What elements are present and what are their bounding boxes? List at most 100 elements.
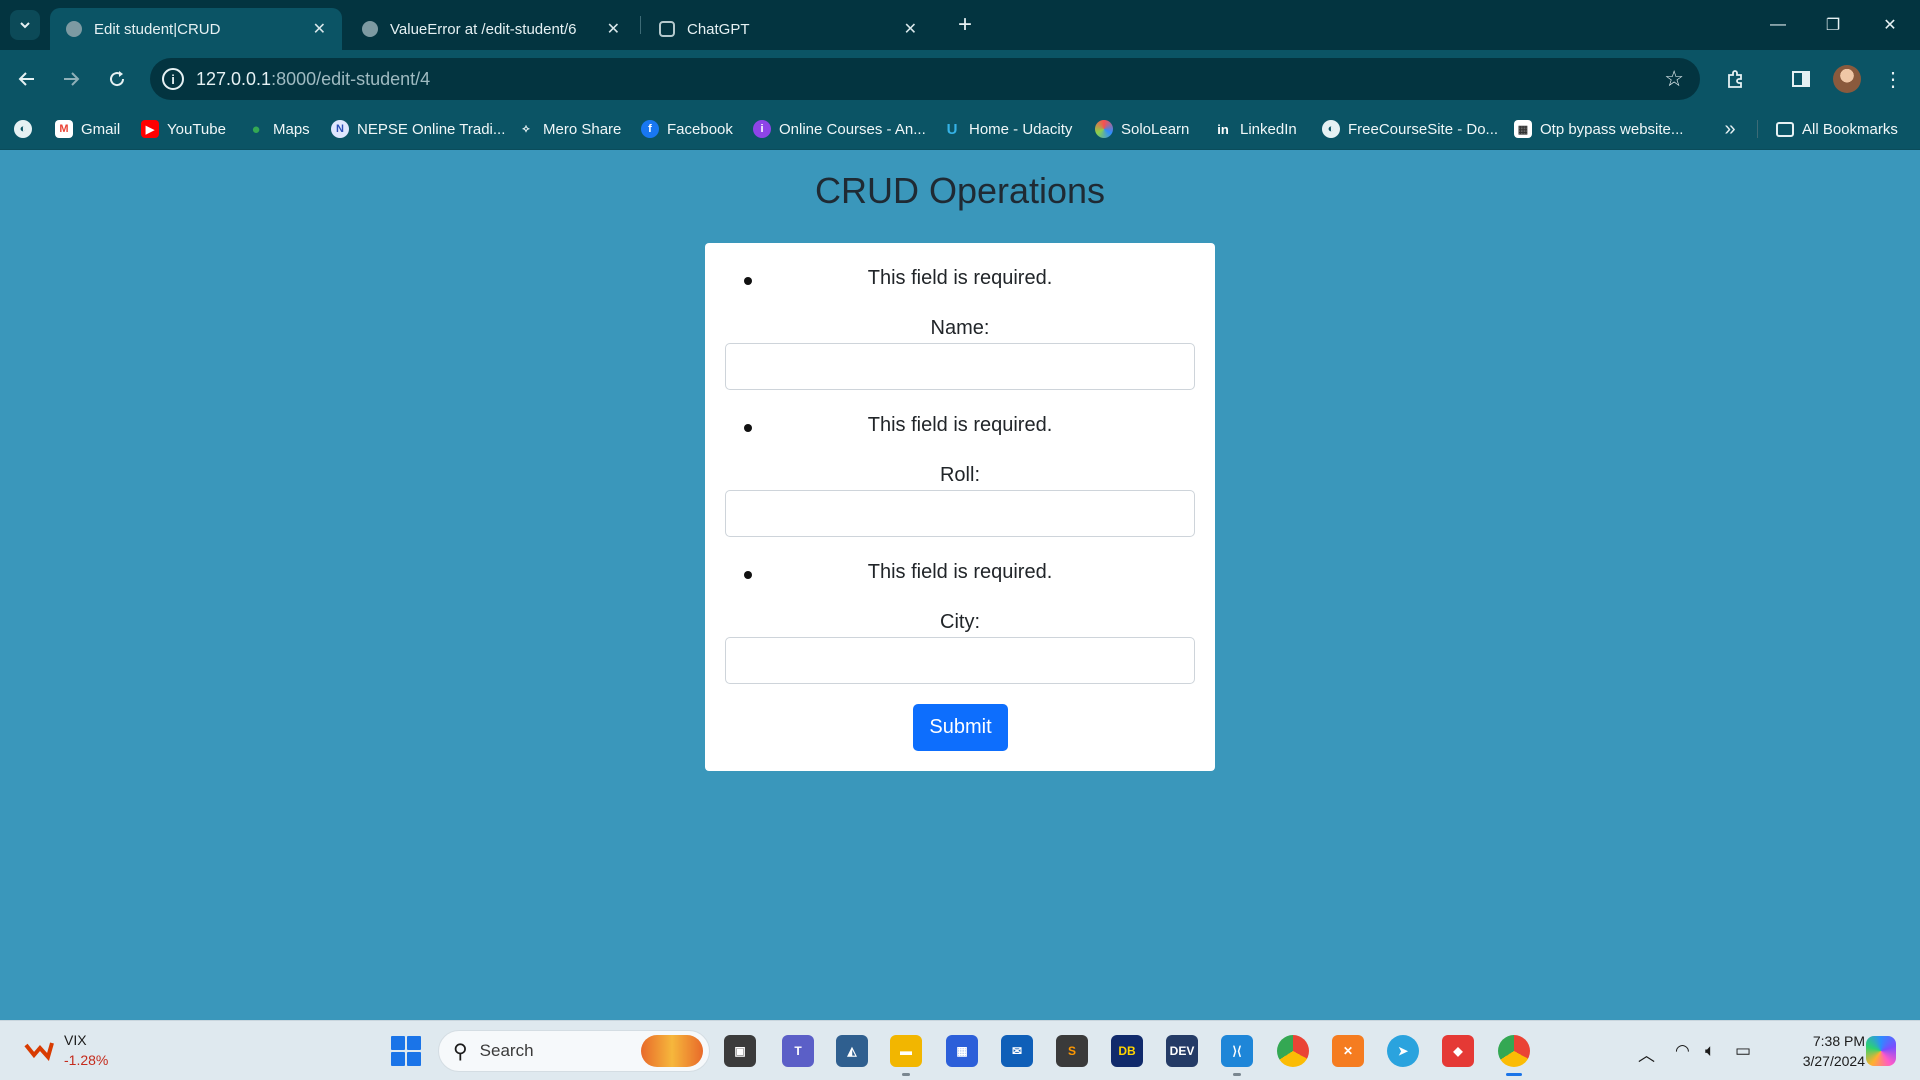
window-close-button[interactable]: ✕ xyxy=(1870,10,1910,40)
globe-icon: ◐ xyxy=(14,120,32,138)
tab-divider xyxy=(640,16,641,34)
name-input[interactable] xyxy=(725,343,1195,390)
bookmark-gmail[interactable]: M Gmail xyxy=(55,108,120,150)
close-icon[interactable]: ✕ xyxy=(313,19,326,39)
minimize-button[interactable]: — xyxy=(1758,10,1798,40)
bookmark-otp-bypass[interactable]: ▦ Otp bypass website... xyxy=(1514,108,1683,150)
system-clock[interactable]: 7:38 PM 3/27/2024 xyxy=(1765,1031,1865,1071)
volume-icon[interactable]: 🔈︎ xyxy=(1705,1041,1715,1061)
url-text[interactable]: 127.0.0.1:8000/edit-student/4 xyxy=(196,69,430,90)
search-icon: ⚲ xyxy=(453,1040,468,1063)
db-browser-icon[interactable]: DB xyxy=(1111,1035,1143,1067)
bookmark-label: Online Courses - An... xyxy=(779,120,926,138)
bookmark-label: Maps xyxy=(273,120,310,138)
city-input[interactable] xyxy=(725,637,1195,684)
wifi-icon[interactable]: ◠ xyxy=(1675,1041,1690,1061)
file-explorer-icon[interactable]: ▬ xyxy=(890,1035,922,1076)
teams-icon[interactable]: T xyxy=(782,1035,814,1067)
taskbar: VIX -1.28% ⚲ Search ▣ T ◭ ▬ ▦ ✉ S DB DEV… xyxy=(0,1020,1920,1080)
folder-icon xyxy=(1776,121,1794,137)
xampp-icon[interactable]: ✕ xyxy=(1332,1035,1364,1067)
dev-cpp-icon[interactable]: DEV xyxy=(1166,1035,1198,1067)
otp-bypass-icon: ▦ xyxy=(1514,120,1532,138)
forward-button[interactable] xyxy=(56,64,86,94)
side-panel-icon[interactable] xyxy=(1786,64,1816,94)
tab-strip: Edit student|CRUD ✕ ValueError at /edit-… xyxy=(0,0,1920,50)
new-tab-button[interactable]: + xyxy=(950,10,980,40)
restore-button[interactable]: ❐ xyxy=(1813,10,1853,40)
gmail-icon: M xyxy=(55,120,73,138)
back-button[interactable] xyxy=(12,64,42,94)
bookmark-mero-share[interactable]: ⟡ Mero Share xyxy=(517,108,621,150)
show-hidden-icons-icon[interactable]: ︿ xyxy=(1638,1041,1655,1066)
close-icon[interactable]: ✕ xyxy=(607,19,620,39)
more-bookmarks-icon[interactable]: » xyxy=(1715,114,1745,144)
bookmarks-divider xyxy=(1757,120,1758,138)
bookmark-star-icon[interactable]: ☆ xyxy=(1664,66,1684,92)
page-title: CRUD Operations xyxy=(814,170,1106,211)
widget-title: VIX xyxy=(64,1032,87,1048)
chrome-icon[interactable] xyxy=(1277,1035,1309,1067)
stock-chart-icon xyxy=(24,1042,54,1061)
tab-chatgpt[interactable]: ChatGPT ✕ xyxy=(643,8,933,50)
arrow-left-icon xyxy=(18,72,34,86)
bookmarks-bar: ◐ M Gmail ▶ YouTube ● Maps N NEPSE Onlin… xyxy=(0,108,1920,150)
copilot-icon[interactable] xyxy=(1866,1036,1896,1066)
taskbar-search[interactable]: ⚲ Search xyxy=(438,1030,710,1072)
bookmark-nepse[interactable]: N NEPSE Online Tradi... xyxy=(331,108,505,150)
maps-icon: ● xyxy=(251,120,261,138)
more-menu-icon[interactable]: ⋮ xyxy=(1878,64,1908,94)
bookmark-facebook[interactable]: f Facebook xyxy=(641,108,733,150)
task-view-icon[interactable]: ▣ xyxy=(724,1035,756,1067)
url-host: 127.0.0.1 xyxy=(196,68,272,89)
edit-student-form: This field is required. Name: This field… xyxy=(705,243,1215,771)
tab-search-button[interactable] xyxy=(10,10,40,40)
anydesk-icon[interactable]: ◆ xyxy=(1442,1035,1474,1067)
mysql-workbench-icon[interactable]: ◭ xyxy=(836,1035,868,1067)
mail-icon[interactable]: ✉ xyxy=(1001,1035,1033,1067)
reload-button[interactable] xyxy=(102,64,132,94)
site-info-icon[interactable]: i xyxy=(162,68,184,90)
tab-valueerror[interactable]: ValueError at /edit-student/6 ✕ xyxy=(346,8,636,50)
globe-icon xyxy=(66,21,82,37)
city-error-message: This field is required. xyxy=(705,561,1215,584)
chrome-profile-icon[interactable] xyxy=(1498,1035,1530,1076)
youtube-icon: ▶ xyxy=(141,120,159,138)
battery-icon[interactable]: ▭ xyxy=(1735,1041,1751,1061)
bookmark-freecoursesite[interactable]: ◐ FreeCourseSite - Do... xyxy=(1322,108,1498,150)
vscode-icon[interactable]: ⟩⟨ xyxy=(1221,1035,1253,1076)
bookmark-sololearn[interactable]: SoloLearn xyxy=(1095,108,1189,150)
udacity-icon: U xyxy=(946,120,958,138)
windows-start-icon[interactable] xyxy=(391,1036,421,1066)
apps-bookmark[interactable]: ◐ xyxy=(14,108,40,150)
telegram-icon[interactable]: ➤ xyxy=(1387,1035,1419,1067)
chevron-down-icon xyxy=(20,22,30,29)
bookmark-udacity[interactable]: U Home - Udacity xyxy=(943,108,1073,150)
all-bookmarks-button[interactable]: All Bookmarks xyxy=(1776,108,1898,150)
microsoft-store-icon[interactable]: ▦ xyxy=(946,1035,978,1067)
freecoursesite-icon: ◐ xyxy=(1322,120,1340,138)
extensions-icon[interactable] xyxy=(1720,64,1750,94)
close-icon[interactable]: ✕ xyxy=(904,19,917,39)
bookmark-linkedin[interactable]: in LinkedIn xyxy=(1214,108,1297,150)
sublime-text-icon[interactable]: S xyxy=(1056,1035,1088,1067)
submit-button[interactable]: Submit xyxy=(913,704,1008,751)
tab-title: Edit student|CRUD xyxy=(94,20,221,38)
profile-avatar[interactable] xyxy=(1833,65,1861,93)
bookmark-online-courses[interactable]: i Online Courses - An... xyxy=(753,108,926,150)
widget-value: -1.28% xyxy=(64,1052,109,1068)
bookmark-label: Facebook xyxy=(667,120,733,138)
roll-input[interactable] xyxy=(725,490,1195,537)
roll-label: Roll: xyxy=(939,464,980,486)
address-bar[interactable]: i 127.0.0.1:8000/edit-student/4 ☆ xyxy=(150,58,1700,100)
bookmark-label: NEPSE Online Tradi... xyxy=(357,120,506,138)
arrow-right-icon xyxy=(64,72,80,86)
tab-edit-student[interactable]: Edit student|CRUD ✕ xyxy=(50,8,342,50)
bookmark-youtube[interactable]: ▶ YouTube xyxy=(141,108,226,150)
sololearn-icon xyxy=(1095,120,1113,138)
bookmark-maps[interactable]: ● Maps xyxy=(247,108,310,150)
tab-title: ChatGPT xyxy=(687,20,750,38)
bookmark-label: SoloLearn xyxy=(1121,120,1190,138)
bookmark-label: Otp bypass website... xyxy=(1540,120,1684,138)
bookmark-label: FreeCourseSite - Do... xyxy=(1348,120,1499,138)
